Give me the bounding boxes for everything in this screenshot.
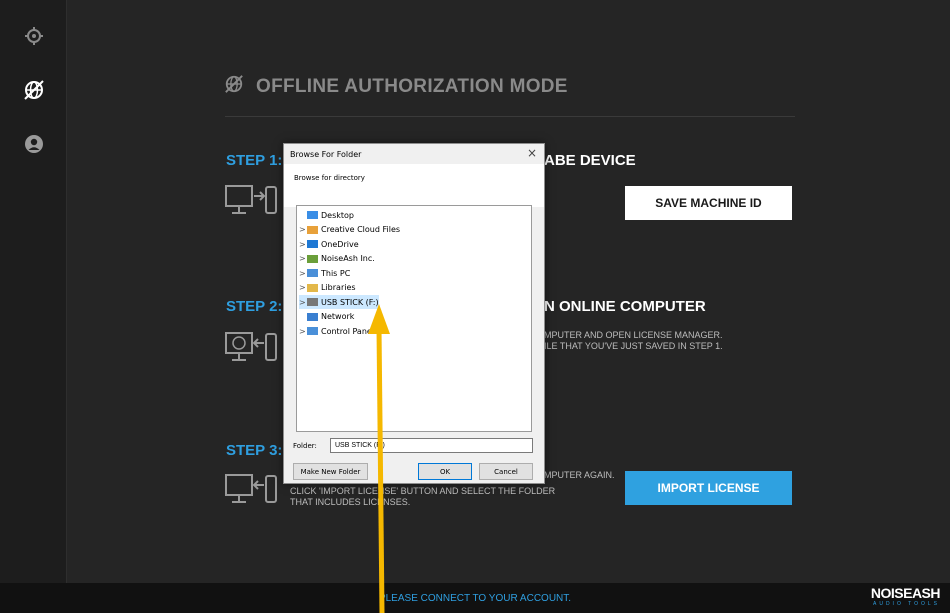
tree-item[interactable]: > Libraries — [299, 281, 356, 295]
folder-icon — [307, 327, 318, 335]
tree-item-label: OneDrive — [321, 239, 359, 249]
folder-icon — [307, 312, 318, 321]
cancel-button[interactable]: Cancel — [479, 463, 533, 480]
folder-tree[interactable]: Desktop > Creative Cloud Files > OneDrive > No… — [296, 205, 532, 432]
step3-desc-line2: CLICK 'IMPORT LICENSE' BUTTON AND SELECT… — [290, 486, 556, 496]
tree-item-label: Network — [321, 312, 355, 321]
chevron-right-icon[interactable]: > — [299, 240, 307, 249]
brand-sub: AUDIO TOOLS — [873, 601, 940, 607]
folder-icon — [307, 240, 318, 248]
tree-item[interactable]: > Creative Cloud Files — [299, 223, 400, 237]
tree-item-label: This PC — [321, 268, 351, 278]
tree-item[interactable]: Network — [299, 310, 354, 324]
folder-icon — [307, 283, 318, 292]
computer-import-icon — [225, 472, 285, 506]
dialog-subtitle: Browse for directory — [294, 174, 365, 182]
step2-label: STEP 2: — [226, 298, 283, 315]
step1-heading: ABE DEVICE — [544, 152, 636, 169]
folder-label: Folder: — [293, 442, 317, 450]
chevron-right-icon[interactable]: > — [299, 298, 307, 307]
dialog-title: Browse For Folder — [290, 150, 362, 159]
step2-desc-line1: MPUTER AND OPEN LICENSE MANAGER. — [544, 330, 723, 340]
folder-icon — [307, 211, 318, 219]
folder-icon — [307, 254, 318, 263]
brand-name: NOISEASH — [870, 585, 941, 601]
chevron-right-icon[interactable]: > — [299, 225, 307, 234]
tree-item-label: Libraries — [321, 283, 356, 292]
make-new-folder-button[interactable]: Make New Folder — [293, 463, 368, 480]
import-license-button[interactable]: IMPORT LICENSE — [625, 471, 792, 505]
folder-icon — [307, 225, 318, 234]
folder-icon — [307, 298, 318, 306]
tree-item-label: Desktop — [321, 210, 354, 220]
tree-item[interactable]: > NoiseAsh Inc. — [299, 252, 375, 266]
chevron-right-icon[interactable]: > — [299, 283, 307, 292]
browse-folder-dialog: Browse For Folder × Browse for directory… — [283, 143, 545, 484]
tree-item[interactable]: > This PC — [299, 266, 350, 280]
ok-button[interactable]: OK — [418, 463, 472, 480]
divider — [225, 116, 795, 117]
step3-label: STEP 3: — [226, 442, 283, 459]
chevron-right-icon[interactable]: > — [299, 254, 307, 263]
offline-icon — [224, 74, 244, 99]
tree-item-label: NoiseAsh Inc. — [321, 254, 375, 263]
page-title: OFFLINE AUTHORIZATION MODE — [256, 75, 568, 97]
folder-icon — [307, 269, 318, 277]
offline-icon[interactable] — [22, 78, 46, 102]
settings-icon[interactable] — [22, 24, 46, 48]
chevron-right-icon[interactable]: > — [299, 327, 307, 336]
account-status[interactable]: PLEASE CONNECT TO YOUR ACCOUNT. — [0, 593, 950, 604]
title-row: OFFLINE AUTHORIZATION MODE — [224, 74, 568, 99]
footer: PLEASE CONNECT TO YOUR ACCOUNT. NOISEASH… — [0, 583, 950, 613]
step1-label: STEP 1: — [226, 152, 283, 169]
step3-desc-line1: MPUTER AGAIN. — [544, 470, 615, 480]
sidebar — [0, 0, 67, 600]
tree-item[interactable]: > OneDrive — [299, 237, 359, 251]
tree-item[interactable]: Desktop — [299, 208, 354, 222]
annotation-arrow-icon — [368, 304, 390, 613]
computer-export-icon — [225, 183, 285, 217]
account-icon[interactable] — [22, 132, 46, 156]
computer-import-icon — [225, 330, 285, 364]
brand-logo: NOISEASH AUDIO TOOLS — [870, 585, 941, 607]
close-icon[interactable]: × — [527, 146, 537, 160]
chevron-right-icon[interactable]: > — [299, 269, 307, 278]
tree-item-label: Creative Cloud Files — [321, 225, 401, 234]
step2-heading: N ONLINE COMPUTER — [544, 298, 706, 315]
step2-desc-line2: ILE THAT YOU'VE JUST SAVED IN STEP 1. — [544, 341, 723, 351]
save-machine-id-button[interactable]: SAVE MACHINE ID — [625, 186, 792, 220]
dialog-header: Browse for directory — [284, 164, 544, 207]
